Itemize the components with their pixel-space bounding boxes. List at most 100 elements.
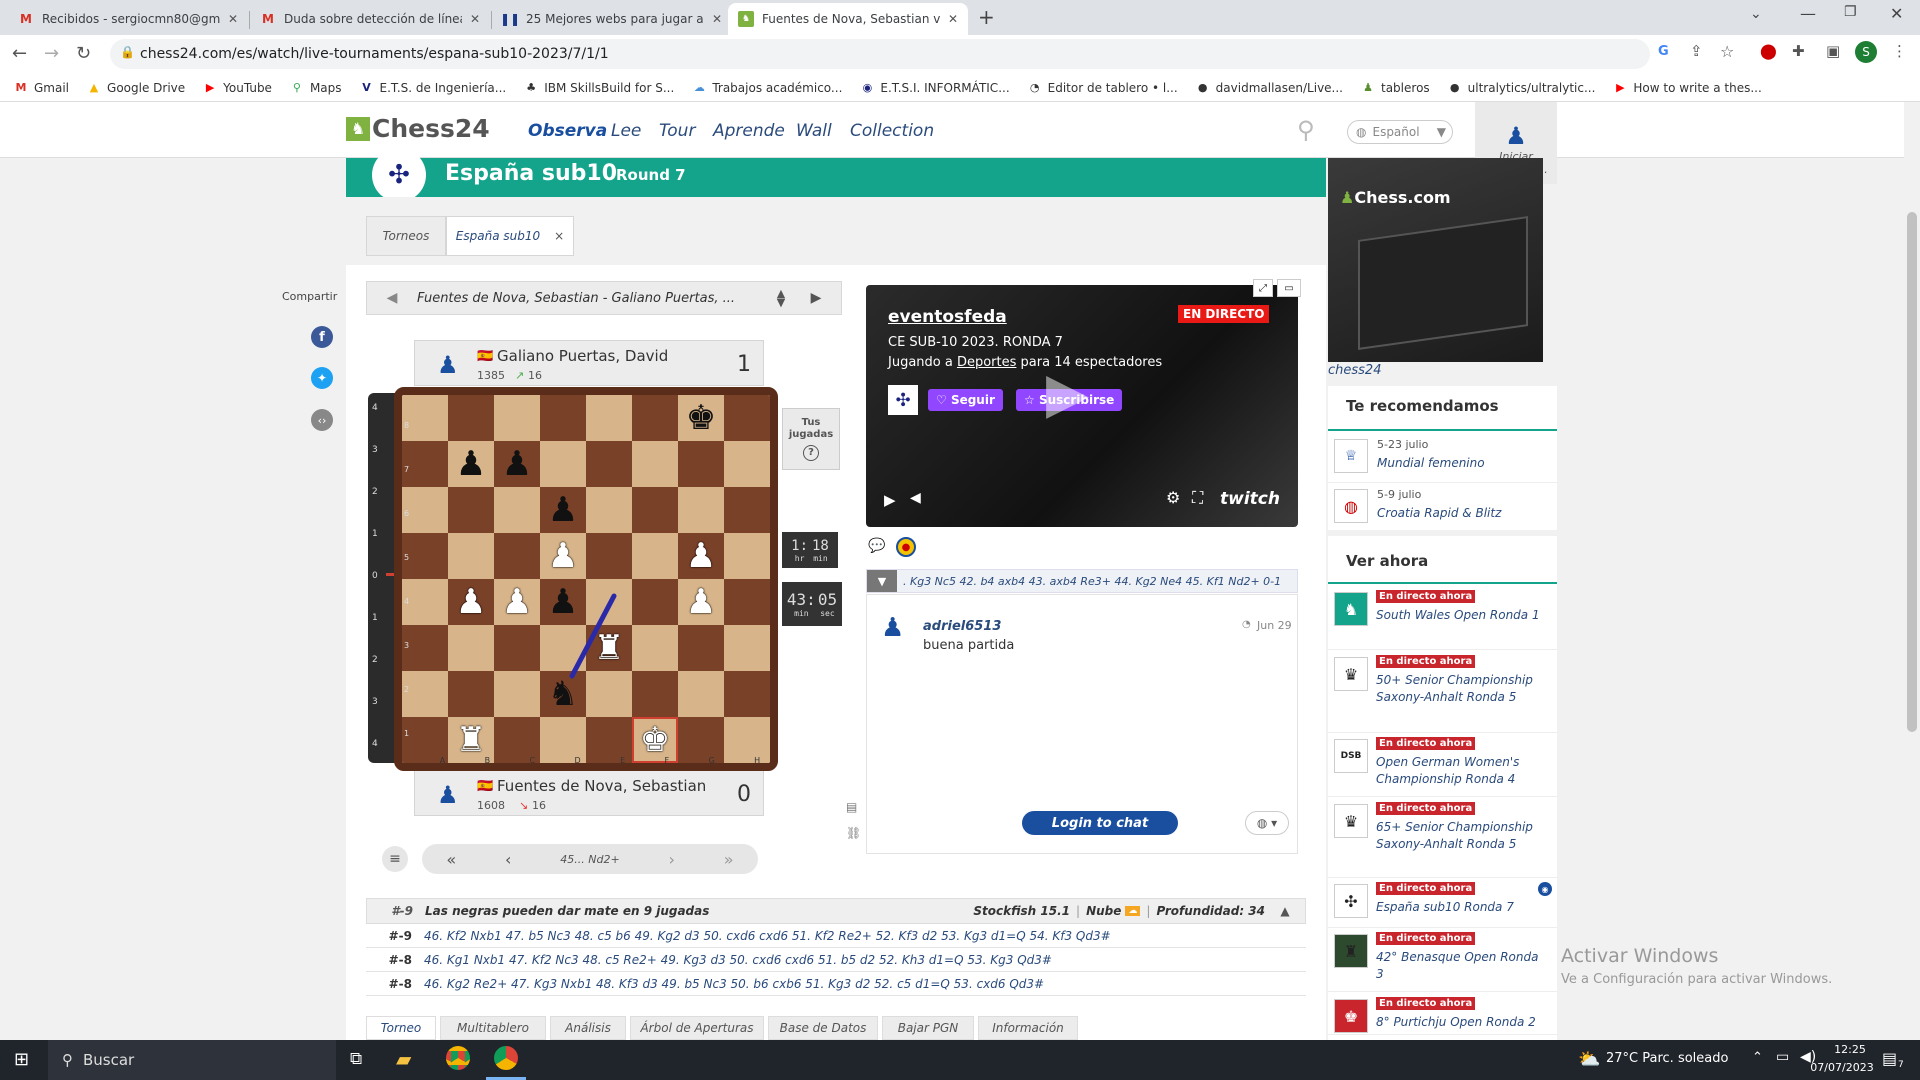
browser-tab-active[interactable]: ♞ Fuentes de Nova, Sebastian vs. G ✕ — [728, 3, 968, 35]
settings-icon[interactable]: ⚙ — [1166, 488, 1180, 507]
square-c2[interactable] — [494, 671, 540, 717]
square-b8[interactable] — [448, 395, 494, 441]
watch-now-item[interactable]: ♚ En directo ahora 8° Purtichju Open Ronda… — [1328, 995, 1557, 1035]
new-tab-icon[interactable]: + — [978, 5, 995, 29]
black-king-icon[interactable]: ♚ — [686, 401, 716, 435]
chrome-icon[interactable] — [446, 1046, 470, 1070]
square-f5[interactable] — [632, 533, 678, 579]
channel-name[interactable]: eventosfeda — [888, 307, 1007, 327]
watch-now-item[interactable]: ♞ En directo ahora South Wales Open Ronda … — [1328, 588, 1557, 650]
square-g7[interactable] — [678, 441, 724, 487]
tray-chevron-icon[interactable]: ⌃ — [1752, 1050, 1763, 1065]
square-d5[interactable]: ♟ — [540, 533, 586, 579]
chat-language-select[interactable]: ◍ ▾ — [1245, 811, 1289, 835]
watch-now-item[interactable]: ♛ En directo ahora 65+ Senior Championship… — [1328, 800, 1557, 878]
browser-tab[interactable]: M Recibidos - sergiocmn80@gmail. ✕ — [8, 3, 248, 35]
browser-tab[interactable]: ❚❚ 25 Mejores webs para jugar al aj ✕ — [492, 3, 732, 35]
engine-line[interactable]: #-8 46. Kg1 Nxb1 47. Kf2 Nc3 48. c5 Re2+… — [366, 948, 1306, 972]
tab-bajar-pgn[interactable]: Bajar PGN — [882, 1016, 974, 1040]
back-icon[interactable]: ← — [12, 43, 27, 64]
bookmark[interactable]: ♣ IBM SkillsBuild for S... — [524, 81, 674, 95]
game-selector[interactable]: ◀ Fuentes de Nova, Sebastian - Galiano P… — [366, 281, 842, 315]
weather-text[interactable]: 27°C Parc. soleado — [1606, 1051, 1728, 1066]
square-h3[interactable] — [724, 625, 770, 671]
file-explorer-icon[interactable]: ▰ — [396, 1047, 411, 1071]
engine-line[interactable]: #-8 46. Kg2 Re2+ 47. Kg3 Nxb1 48. Kf3 d3… — [366, 972, 1306, 996]
square-h2[interactable] — [724, 671, 770, 717]
clock-date[interactable]: 07/07/2023 — [1802, 1061, 1882, 1074]
chess-board[interactable]: ♚ ♟ ♟ ♟ ♟ ♟ ♟ ♟ ♟ ♟ ♜ ♞ ♜ ♚ — [394, 387, 778, 771]
close-window-icon[interactable]: ✕ — [1890, 4, 1903, 23]
square-b5[interactable] — [448, 533, 494, 579]
play-icon[interactable]: ▶ — [884, 491, 896, 509]
black-pawn-icon[interactable]: ♟ — [502, 447, 532, 481]
sidepanel-icon[interactable]: ▣ — [1826, 42, 1840, 60]
white-pawn-icon[interactable]: ♟ — [502, 585, 532, 619]
chrome-active-icon[interactable] — [494, 1046, 518, 1070]
first-move-icon[interactable]: « — [446, 850, 456, 869]
search-icon[interactable]: ⚲ — [1297, 116, 1315, 144]
tab-search-icon[interactable]: ⌄ — [1750, 6, 1762, 22]
task-view-icon[interactable]: ⧉ — [350, 1049, 362, 1069]
square-d8[interactable] — [540, 395, 586, 441]
square-f2[interactable] — [632, 671, 678, 717]
twitter-icon[interactable]: ✦ — [311, 367, 333, 389]
language-select[interactable]: ◍ Español ▼ — [1347, 120, 1453, 144]
square-c7[interactable]: ♟ — [494, 441, 540, 487]
link-icon[interactable]: ⛓ — [846, 826, 861, 840]
maximize-icon[interactable]: ❐ — [1844, 4, 1857, 20]
bookmark[interactable]: ▶ How to write a thes... — [1613, 81, 1762, 95]
square-h4[interactable] — [724, 579, 770, 625]
share-icon[interactable]: ⇪ — [1690, 42, 1703, 60]
bookmark[interactable]: ☁ Trabajos académico... — [692, 81, 843, 95]
collapse-engine-icon[interactable]: ▲ — [1265, 904, 1305, 918]
chat-tab-icon[interactable]: ▤ — [846, 800, 857, 814]
close-icon[interactable]: ✕ — [948, 12, 958, 26]
square-f6[interactable] — [632, 487, 678, 533]
browser-tab[interactable]: M Duda sobre detección de líneas ✕ — [250, 3, 490, 35]
chat-user[interactable]: adriel6513 — [923, 619, 1001, 634]
white-pawn-icon[interactable]: ♟ — [686, 539, 716, 573]
chat-bubble-icon[interactable]: 💬 — [868, 538, 885, 554]
engine-line[interactable]: #-9 46. Kf2 Nxb1 47. b5 Nc3 48. c5 b6 49… — [366, 924, 1306, 948]
square-f3[interactable] — [632, 625, 678, 671]
extensions-icon[interactable]: ✚ — [1792, 42, 1805, 60]
watch-now-item[interactable]: ✣ En directo ahora España sub10 Ronda 7 — [1328, 880, 1557, 928]
forward-icon[interactable]: → — [44, 43, 59, 64]
tab-base-datos[interactable]: Base de Datos — [768, 1016, 878, 1040]
square-d7[interactable] — [540, 441, 586, 487]
prev-move-icon[interactable]: ‹ — [505, 850, 511, 869]
move-list-icon[interactable]: ≡ — [382, 846, 408, 872]
expand-moves-icon[interactable]: ▼ — [867, 570, 897, 592]
square-g5[interactable]: ♟ — [678, 533, 724, 579]
theater-icon[interactable]: ▭ — [1277, 279, 1301, 297]
nav-aprende[interactable]: Aprende — [713, 121, 785, 141]
tab-analisis[interactable]: Análisis — [550, 1016, 626, 1040]
close-icon[interactable]: × — [554, 229, 564, 243]
square-b7[interactable]: ♟ — [448, 441, 494, 487]
white-pawn-icon[interactable]: ♟ — [686, 585, 716, 619]
network-icon[interactable]: ▭ — [1776, 1049, 1789, 1065]
clock-time[interactable]: 12:25 — [1818, 1043, 1882, 1056]
square-c8[interactable] — [494, 395, 540, 441]
bookmark[interactable]: ⚲ Maps — [290, 81, 342, 95]
bookmark[interactable]: Ⅴ E.T.S. de Ingeniería... — [360, 81, 506, 95]
square-f8[interactable] — [632, 395, 678, 441]
square-c5[interactable] — [494, 533, 540, 579]
tus-jugadas-panel[interactable]: Tus jugadas ? — [782, 408, 840, 470]
square-e8[interactable] — [586, 395, 632, 441]
taskbar-search[interactable]: ⚲ Buscar — [48, 1040, 336, 1080]
square-b2[interactable] — [448, 671, 494, 717]
popout-icon[interactable]: ⤢ — [1253, 279, 1273, 297]
nav-wall[interactable]: Wall — [796, 121, 832, 141]
black-pawn-icon[interactable]: ♟ — [548, 493, 578, 527]
bookmark[interactable]: ◉ E.T.S.I. INFORMÁTIC... — [860, 81, 1010, 95]
watch-now-item[interactable]: ♛ En directo ahora 50+ Senior Championship… — [1328, 653, 1557, 733]
bookmark-star-icon[interactable]: ☆ — [1720, 42, 1734, 61]
square-d6[interactable]: ♟ — [540, 487, 586, 533]
white-king-icon[interactable]: ♚ — [640, 723, 670, 757]
minimize-icon[interactable]: — — [1800, 4, 1816, 23]
bookmark[interactable]: ● ultralytics/ultralytic... — [1448, 81, 1596, 95]
square-g8[interactable]: ♚ — [678, 395, 724, 441]
windows-start-icon[interactable]: ⊞ — [14, 1049, 29, 1070]
